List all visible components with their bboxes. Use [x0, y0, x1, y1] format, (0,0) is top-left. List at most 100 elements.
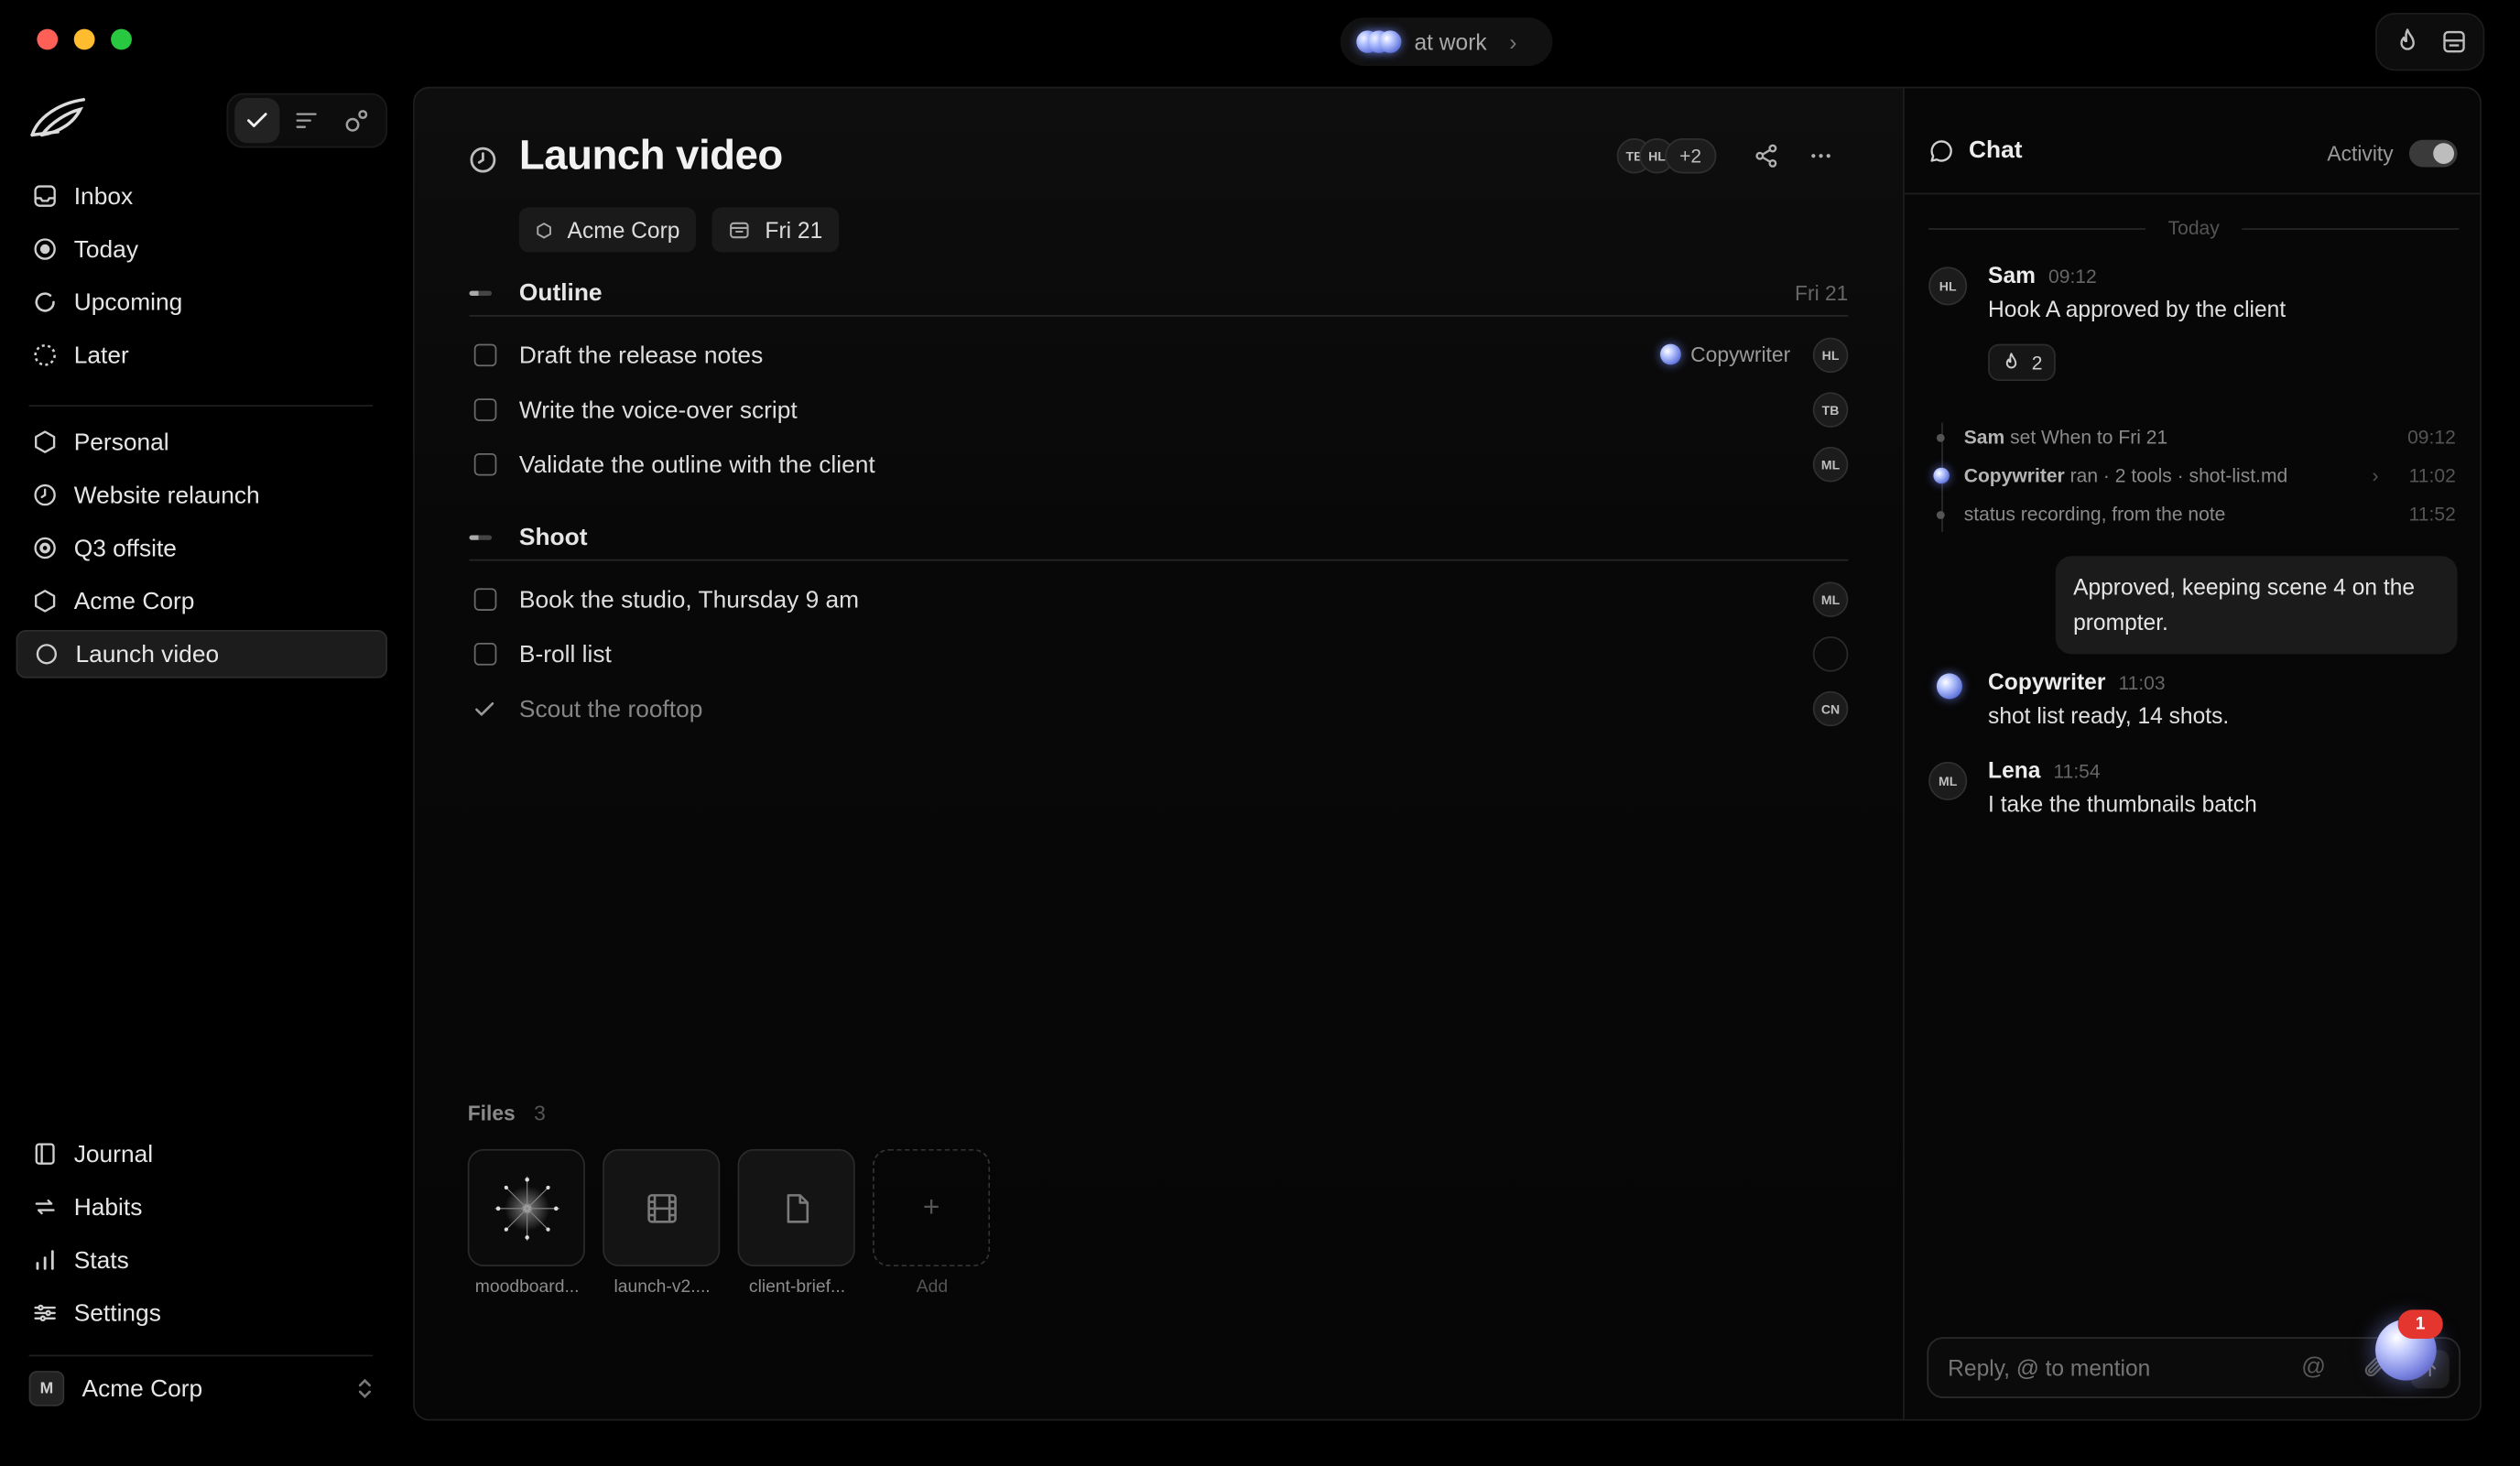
- file-name: client-brief...: [748, 1277, 846, 1298]
- reply-input[interactable]: [1948, 1352, 2286, 1385]
- minimize-window-button[interactable]: [73, 28, 95, 50]
- section-date: Fri 21: [1795, 281, 1849, 306]
- sort-lines-icon[interactable]: [285, 98, 330, 143]
- task-title: Scout the rooftop: [518, 695, 703, 722]
- task-row[interactable]: Write the voice-over script TB: [469, 383, 1849, 438]
- sidebar-item-later[interactable]: Later: [16, 331, 387, 380]
- activity-text: set When to Fri 21: [2010, 426, 2168, 449]
- zoom-window-button[interactable]: [111, 28, 132, 50]
- agents-icon[interactable]: [333, 98, 378, 143]
- sidebar-item-website-relaunch[interactable]: Website relaunch: [16, 471, 387, 519]
- sidebar-item-inbox[interactable]: Inbox: [16, 172, 387, 221]
- task-title: B-roll list: [518, 640, 612, 668]
- panel-icon[interactable]: [2439, 27, 2468, 57]
- date-chip[interactable]: Fri 21: [711, 207, 839, 253]
- sidebar-item-label: Website relaunch: [73, 481, 260, 509]
- later-icon: [32, 342, 58, 368]
- status-pill[interactable]: at work ›: [1340, 17, 1553, 66]
- plus-icon: +: [922, 1190, 940, 1223]
- sidebar-item-acme-corp[interactable]: Acme Corp: [16, 577, 387, 625]
- task-row[interactable]: B-roll list: [469, 626, 1849, 681]
- task-checkbox[interactable]: [473, 452, 497, 476]
- assignee-avatar[interactable]: CN: [1812, 690, 1849, 727]
- tasks-view-button[interactable]: [234, 98, 280, 144]
- share-icon[interactable]: [1754, 143, 1779, 168]
- flame-icon: [2006, 353, 2017, 369]
- chevron-right-icon: ›: [1509, 28, 1517, 55]
- agent-name: Copywriter: [1690, 342, 1791, 367]
- add-file-button[interactable]: +: [873, 1148, 991, 1267]
- sidebar-item-habits[interactable]: Habits: [16, 1183, 387, 1232]
- agent-tag[interactable]: Copywriter: [1659, 342, 1791, 367]
- task-title: Book the studio, Thursday 9 am: [518, 585, 860, 614]
- task-title: Write the voice-over script: [518, 396, 798, 424]
- assignee-avatar[interactable]: TB: [1812, 392, 1849, 428]
- sidebar-item-settings[interactable]: Settings: [16, 1289, 387, 1338]
- assignee-avatar-empty[interactable]: [1812, 636, 1849, 672]
- app-logo: [26, 93, 90, 142]
- task-title: Draft the release notes: [518, 341, 764, 369]
- file-thumbnail[interactable]: [737, 1148, 855, 1267]
- close-window-button[interactable]: [37, 28, 59, 50]
- task-row[interactable]: Validate the outline with the client ML: [469, 437, 1849, 492]
- sidebar-item-q3-offsite[interactable]: Q3 offsite: [16, 524, 387, 572]
- files-header: Files 3: [468, 1101, 546, 1124]
- avatar: HL: [1928, 266, 1968, 306]
- sidebar-item-upcoming[interactable]: Upcoming: [16, 278, 387, 327]
- workspace-switcher[interactable]: M Acme Corp: [28, 1368, 386, 1410]
- add-file-label: Add: [916, 1277, 949, 1298]
- activity-item-agent[interactable]: Copywriter ran · 2 tools · shot-list.md …: [1933, 458, 2456, 494]
- file-thumbnail[interactable]: [467, 1148, 585, 1267]
- message-time: 11:54: [2053, 760, 2101, 783]
- sidebar-item-journal[interactable]: Journal: [16, 1130, 387, 1178]
- stats-icon: [32, 1247, 58, 1273]
- settings-icon: [32, 1300, 58, 1326]
- sidebar-item-label: Personal: [73, 428, 169, 456]
- section-header-shoot[interactable]: Shoot: [469, 516, 1849, 561]
- assignee-avatar[interactable]: ML: [1812, 446, 1849, 483]
- agent-avatar-icon: [1936, 673, 1962, 700]
- checkmark-icon[interactable]: [472, 697, 496, 721]
- activity-actor: Copywriter: [1963, 464, 2065, 487]
- activity-text: status recording, from the note: [1963, 503, 2226, 526]
- task-checkbox[interactable]: [473, 643, 497, 666]
- timeline-dot: [1936, 511, 1945, 519]
- members-stack[interactable]: TB HL +2: [1616, 137, 1716, 174]
- section-title: Shoot: [518, 524, 588, 551]
- area-chip[interactable]: Acme Corp: [518, 207, 697, 253]
- assignee-avatar[interactable]: ML: [1812, 581, 1849, 617]
- activity-time: 11:52: [2408, 503, 2456, 526]
- task-checkbox[interactable]: [473, 588, 497, 611]
- toggle-knob: [2433, 143, 2455, 165]
- sidebar-item-personal[interactable]: Personal: [16, 418, 387, 466]
- more-options-icon[interactable]: [1808, 143, 1833, 168]
- task-row[interactable]: Draft the release notes Copywriter HL: [469, 328, 1849, 383]
- assignee-avatar[interactable]: HL: [1812, 337, 1849, 374]
- file-thumbnail[interactable]: [603, 1148, 721, 1267]
- task-checkbox[interactable]: [473, 343, 497, 367]
- page-title: Launch video: [518, 130, 783, 179]
- message-time: 09:12: [2048, 265, 2097, 288]
- sidebar-item-label: Today: [73, 235, 138, 263]
- hexagon-icon: [32, 588, 58, 614]
- section-header-outline[interactable]: Outline Fri 21: [469, 272, 1848, 317]
- files-count: 3: [534, 1101, 546, 1125]
- sidebar-item-label: Habits: [73, 1193, 143, 1221]
- task-row[interactable]: Scout the rooftop CN: [469, 681, 1849, 736]
- sidebar-item-label: Settings: [73, 1299, 161, 1327]
- reaction-badge[interactable]: 2: [1988, 343, 2056, 381]
- project-clock-icon: [468, 145, 498, 175]
- flame-icon[interactable]: [2392, 27, 2421, 57]
- project-panel: Launch video TB HL +2 Acme Corp Fri 21 O…: [413, 86, 2482, 1421]
- activity-toggle[interactable]: [2408, 139, 2458, 168]
- sidebar-item-launch-video[interactable]: Launch video: [16, 630, 387, 679]
- task-row[interactable]: Book the studio, Thursday 9 am ML: [469, 572, 1849, 627]
- file-name: moodboard...: [474, 1277, 580, 1298]
- view-toolbar: [226, 92, 387, 148]
- task-checkbox[interactable]: [473, 398, 497, 421]
- activity-label: Activity: [2327, 141, 2394, 166]
- sidebar-item-stats[interactable]: Stats: [16, 1236, 387, 1285]
- message-text: Approved, keeping scene 4 on the prompte…: [2073, 573, 2416, 635]
- sidebar-item-today[interactable]: Today: [16, 225, 387, 274]
- mention-icon[interactable]: @: [2301, 1353, 2326, 1381]
